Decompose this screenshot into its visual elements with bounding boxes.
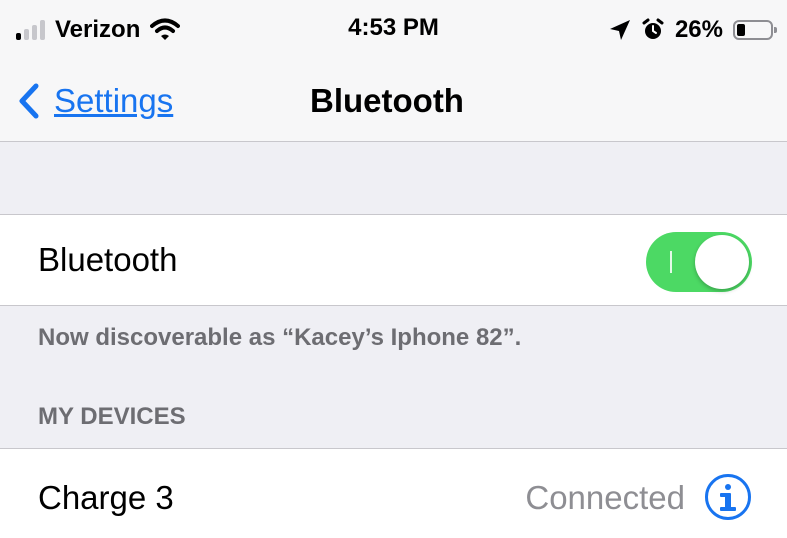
bluetooth-label: Bluetooth bbox=[38, 241, 178, 278]
back-button-label[interactable]: Settings bbox=[54, 82, 173, 120]
back-button[interactable]: Settings bbox=[18, 76, 173, 126]
toggle-on-mark bbox=[670, 251, 672, 273]
info-icon[interactable] bbox=[705, 474, 751, 520]
device-name: Charge 3 bbox=[38, 479, 174, 516]
battery-percent: 26% bbox=[674, 16, 723, 43]
status-bar: Verizon 4:53 PM 26% bbox=[0, 0, 787, 62]
bluetooth-toggle[interactable] bbox=[646, 232, 752, 292]
device-status: Connected bbox=[525, 479, 685, 516]
location-arrow-icon bbox=[609, 20, 630, 40]
navigation-bar: Settings Bluetooth bbox=[0, 62, 787, 142]
my-devices-header: MY DEVICES bbox=[38, 403, 186, 430]
battery-icon bbox=[733, 20, 777, 40]
chevron-left-icon bbox=[19, 83, 39, 119]
page-title: Bluetooth bbox=[310, 82, 464, 119]
device-row[interactable]: Charge 3 Connected bbox=[0, 448, 787, 538]
battery-fill bbox=[737, 24, 745, 36]
bluetooth-row: Bluetooth bbox=[0, 214, 787, 306]
status-right: 26% bbox=[609, 12, 777, 48]
discoverable-footer: Now discoverable as “Kacey’s Iphone 82”. bbox=[38, 324, 522, 351]
alarm-icon bbox=[642, 18, 664, 39]
toggle-knob bbox=[695, 235, 749, 289]
